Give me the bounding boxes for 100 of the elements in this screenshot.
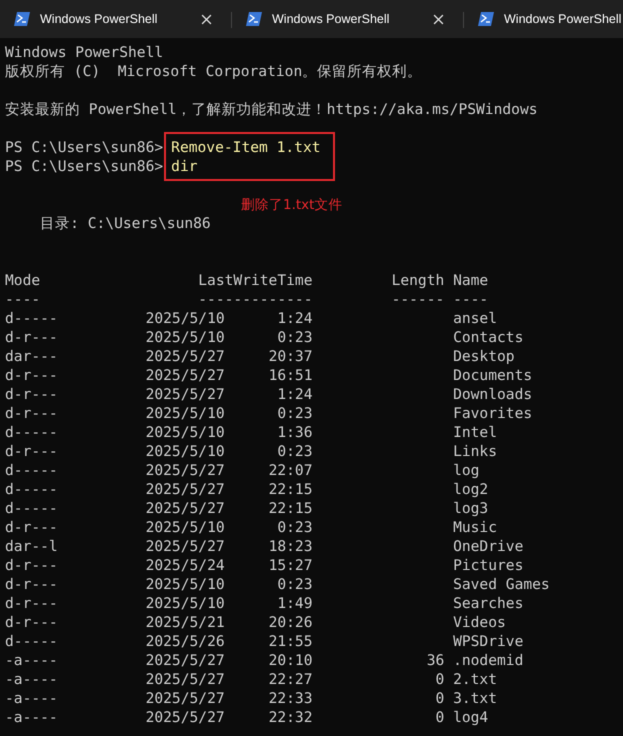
table-cell: log4 <box>453 708 488 727</box>
table-cell-text: dar--- <box>5 347 59 366</box>
table-cell-text: d-r--- <box>5 556 59 575</box>
table-cell: 2.txt <box>453 670 497 689</box>
table-cell: 2025/5/27 <box>146 480 225 499</box>
table-cell: 2025/5/10 <box>146 328 225 347</box>
table-cell: 22:27 <box>268 670 312 689</box>
table-cell: 1:36 <box>277 423 312 442</box>
table-cell: 2025/5/27 <box>146 689 225 708</box>
table-cell: 2025/5/27 <box>146 670 225 689</box>
table-cell: Music <box>453 518 497 537</box>
table-cell: 2025/5/27 <box>146 499 225 518</box>
table-cell: OneDrive <box>453 537 524 556</box>
table-cell: 0:23 <box>277 575 312 594</box>
table-cell: 2025/5/27 <box>146 651 225 670</box>
table-cell: Contacts <box>453 328 524 347</box>
table-cell: 20:10 <box>268 651 312 670</box>
table-cell: Searches <box>453 594 524 613</box>
table-cell: 21:55 <box>268 632 312 651</box>
close-icon[interactable] <box>201 14 212 24</box>
prompt: PS C:\Users\sun86> <box>5 138 164 157</box>
table-cell: 3.txt <box>453 689 497 708</box>
table-cell-text: d-r--- <box>5 442 59 461</box>
table-cell: 20:26 <box>268 613 312 632</box>
command-text: dir <box>171 157 199 176</box>
table-cell: 0:23 <box>277 404 312 423</box>
table-cell: 2025/5/10 <box>146 575 225 594</box>
table-cell: WPSDrive <box>453 632 524 651</box>
table-cell: log <box>453 461 480 480</box>
table-cell: 1:49 <box>277 594 312 613</box>
table-cell: 18:23 <box>268 537 312 556</box>
header-rule: ---- <box>5 290 42 309</box>
table-cell: 22:15 <box>268 480 312 499</box>
table-cell: 16:51 <box>268 366 312 385</box>
table-cell-text: d----- <box>5 461 59 480</box>
table-cell-text: -a---- <box>5 651 59 670</box>
table-cell-text: -a---- <box>5 670 59 689</box>
table-cell-text: -a---- <box>5 689 59 708</box>
table-cell: 2025/5/10 <box>146 442 225 461</box>
prompt: PS C:\Users\sun86> <box>5 157 164 176</box>
table-cell: 20:37 <box>268 347 312 366</box>
column-header: LastWriteTime <box>198 271 312 290</box>
table-cell-text: d----- <box>5 309 59 328</box>
table-cell: 2025/5/10 <box>146 404 225 423</box>
table-cell: 2025/5/10 <box>146 423 225 442</box>
table-cell: Favorites <box>453 404 532 423</box>
terminal-icon <box>246 12 262 26</box>
tab[interactable]: Windows PowerShell <box>232 0 464 38</box>
table-cell: 0:23 <box>277 328 312 347</box>
table-cell-text: d-r--- <box>5 575 59 594</box>
table-cell-text: d-r--- <box>5 366 59 385</box>
terminal-icon <box>14 12 30 26</box>
close-icon[interactable] <box>433 14 444 24</box>
table-cell-text: d----- <box>5 632 59 651</box>
table-cell-text: d-r--- <box>5 594 59 613</box>
table-cell: Saved Games <box>453 575 550 594</box>
table-cell: Downloads <box>453 385 532 404</box>
table-cell-text: d-r--- <box>5 518 59 537</box>
table-cell-text: -a---- <box>5 708 59 727</box>
tab[interactable]: Windows PowerShell <box>0 0 232 38</box>
table-cell-text: d-r--- <box>5 613 59 632</box>
output-line: Windows PowerShell <box>5 43 164 62</box>
table-cell: 2025/5/27 <box>146 385 225 404</box>
header-rule: ------ <box>392 290 444 309</box>
table-cell: 0:23 <box>277 442 312 461</box>
header-rule: ---- <box>453 290 488 309</box>
table-cell: Intel <box>453 423 497 442</box>
column-header: Length <box>392 271 444 290</box>
table-cell: Links <box>453 442 497 461</box>
table-cell: 36 <box>426 651 444 670</box>
output-line: 安装最新的 PowerShell，了解新功能和改进！https://aka.ms/PSWindows <box>5 100 539 119</box>
table-cell: 22:15 <box>268 499 312 518</box>
table-cell: 0:23 <box>277 518 312 537</box>
output-line: 版权所有 (C) Microsoft Corporation。保留所有权利。 <box>5 62 424 81</box>
table-cell-text: d-r--- <box>5 328 59 347</box>
table-cell: 22:33 <box>268 689 312 708</box>
command-text: Remove-Item 1.txt <box>171 138 321 157</box>
table-cell-text: d-r--- <box>5 385 59 404</box>
table-cell: 2025/5/27 <box>146 708 225 727</box>
directory-label: 目录: C:\Users\sun86 <box>40 215 211 232</box>
tab[interactable]: Windows PowerShell <box>464 0 623 38</box>
table-cell-text: dar--l <box>5 537 59 556</box>
table-cell: .nodemid <box>453 651 524 670</box>
table-cell: 1:24 <box>277 309 312 328</box>
table-cell: 2025/5/27 <box>146 461 225 480</box>
terminal-icon <box>478 12 494 26</box>
table-cell: 1:24 <box>277 385 312 404</box>
table-cell: log2 <box>453 480 488 499</box>
table-cell: Videos <box>453 613 506 632</box>
table-cell: 2025/5/26 <box>146 632 225 651</box>
table-cell-text: d----- <box>5 480 59 499</box>
table-cell: log3 <box>453 499 488 518</box>
table-cell: 0 <box>435 689 444 708</box>
table-cell: 2025/5/27 <box>146 366 225 385</box>
table-cell: 2025/5/24 <box>146 556 225 575</box>
table-cell: 2025/5/27 <box>146 347 225 366</box>
table-cell: Pictures <box>453 556 524 575</box>
table-cell: 0 <box>435 708 444 727</box>
table-cell: 2025/5/10 <box>146 518 225 537</box>
table-cell-text: d----- <box>5 423 59 442</box>
